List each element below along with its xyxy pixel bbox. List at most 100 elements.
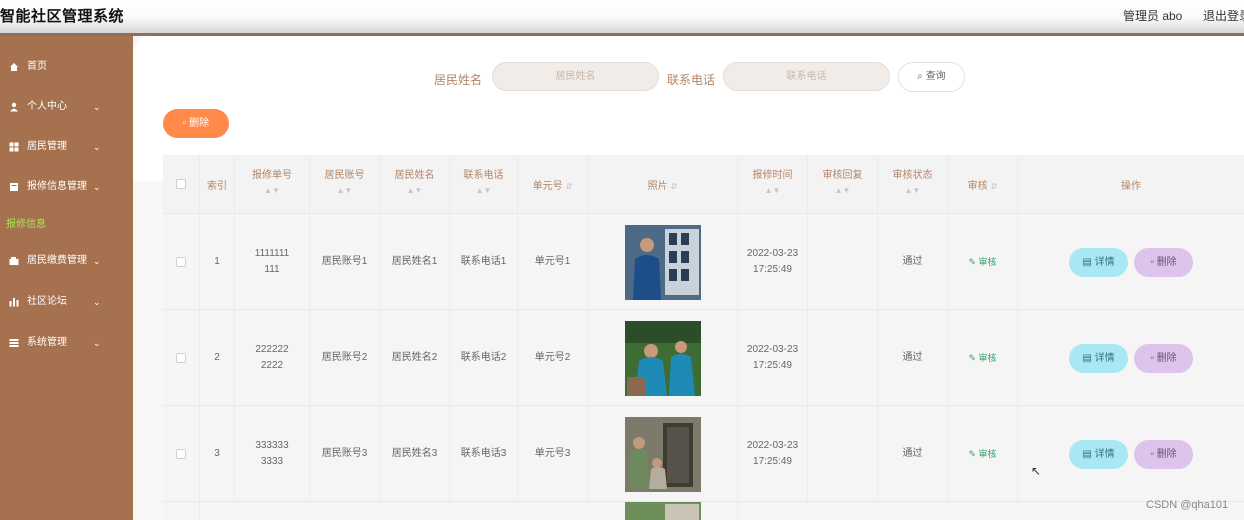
chevron-down-icon: ⌄: [93, 297, 101, 307]
sort-icon[interactable]: ⇵: [671, 182, 678, 191]
phone-cell: 联系电话1: [450, 214, 518, 310]
chevron-down-icon: ⌄: [93, 256, 101, 266]
chevron-down-icon: ⌄: [93, 102, 101, 112]
sort-icon[interactable]: ⇵: [991, 182, 998, 191]
repair-photo[interactable]: [624, 502, 701, 520]
sort-icon[interactable]: ▲▼: [235, 186, 309, 195]
sort-icon[interactable]: ▲▼: [808, 186, 877, 195]
sort-icon[interactable]: ▲▼: [380, 186, 449, 195]
name-cell: 居民姓名2: [380, 310, 450, 406]
repair-photo[interactable]: [624, 320, 701, 396]
repair-photo[interactable]: [624, 224, 701, 300]
header-audit[interactable]: 审核 ⇵: [948, 155, 1018, 214]
row-checkbox[interactable]: [176, 449, 186, 459]
header-phone[interactable]: 联系电话 ▲▼: [450, 155, 518, 214]
sidebar-item-payments[interactable]: 居民缴费管理 ⌄: [0, 249, 133, 273]
table-header: 索引 报修单号 ▲▼ 居民账号 ▲▼ 居民姓名 ▲▼ 联系电话 ▲▼ 单元号 ⇵ 照片 ⇵ …: [163, 155, 1244, 214]
row-select-cell[interactable]: [163, 310, 200, 406]
sidebar-item-system[interactable]: 系统管理 ⌄: [0, 331, 133, 355]
wallet-icon: [9, 257, 19, 265]
sort-icon[interactable]: ▲▼: [310, 186, 379, 195]
top-header: 智能社区管理系统 管理员 abo 退出登录: [0, 0, 1244, 36]
delete-button[interactable]: ▫ 删除: [1134, 344, 1193, 373]
header-index: 索引: [200, 155, 235, 214]
sidebar-item-home[interactable]: 首页: [0, 55, 133, 79]
account-cell: 居民账号3: [310, 406, 380, 502]
chart-icon: [9, 298, 19, 307]
audit-link[interactable]: ✎ 审核: [968, 350, 996, 366]
photo-cell: [588, 310, 738, 406]
account-cell: 居民账号1: [310, 214, 380, 310]
chevron-down-icon: ⌄: [93, 182, 101, 192]
bulk-delete-label: 删除: [189, 118, 210, 129]
status-cell: 通过: [878, 310, 948, 406]
delete-button[interactable]: ▫ 删除: [1134, 440, 1193, 469]
status-cell: 通过: [878, 406, 948, 502]
photo-cell: [588, 502, 738, 520]
header-photo[interactable]: 照片 ⇵: [588, 155, 738, 214]
repair-photo[interactable]: [624, 416, 701, 492]
audit-cell: ✎ 审核: [948, 214, 1018, 310]
header-reply[interactable]: 审核回复 ▲▼: [808, 155, 878, 214]
logout-link[interactable]: 退出登录: [1203, 7, 1244, 24]
repair-table: 索引 报修单号 ▲▼ 居民账号 ▲▼ 居民姓名 ▲▼ 联系电话 ▲▼ 单元号 ⇵ 照片 ⇵ …: [163, 155, 1244, 520]
audit-cell: ✎ 审核: [948, 406, 1018, 502]
sort-icon[interactable]: ▲▼: [878, 186, 947, 195]
header-status[interactable]: 审核状态 ▲▼: [878, 155, 948, 214]
order-no-cell: 2222222222: [235, 310, 310, 406]
delete-button[interactable]: ▫ 删除: [1134, 248, 1193, 277]
detail-icon: ▤: [1082, 353, 1095, 364]
sidebar-item-label: 报修信息管理: [27, 181, 87, 192]
sidebar-item-label: 报修信息: [6, 219, 46, 230]
query-button-label: 查询: [925, 71, 946, 82]
audit-link[interactable]: ✎ 审核: [968, 446, 996, 462]
resident-name-label: 居民姓名: [434, 73, 483, 87]
index-cell: 1: [200, 214, 235, 310]
header-time[interactable]: 报修时间 ▲▼: [738, 155, 808, 214]
phone-input[interactable]: [723, 62, 890, 91]
row-select-cell[interactable]: [163, 214, 200, 310]
row-select-cell[interactable]: [163, 406, 200, 502]
select-all-checkbox[interactable]: [176, 179, 186, 189]
sort-icon[interactable]: ▲▼: [738, 186, 807, 195]
detail-button[interactable]: ▤ 详情: [1069, 440, 1128, 469]
resident-name-input[interactable]: [492, 62, 659, 91]
phone-cell: 联系电话2: [450, 310, 518, 406]
search-icon: ⌕: [917, 71, 926, 82]
time-cell: 2022-03-23 17:25:49: [738, 406, 808, 502]
audit-cell: ✎ 审核: [948, 310, 1018, 406]
app-title: 智能社区管理系统: [0, 8, 125, 25]
detail-button[interactable]: ▤ 详情: [1069, 344, 1128, 373]
account-cell: 居民账号2: [310, 310, 380, 406]
detail-icon: ▤: [1082, 257, 1095, 268]
header-select-all[interactable]: [163, 155, 200, 214]
header-order-no[interactable]: 报修单号 ▲▼: [235, 155, 310, 214]
index-cell: 2: [200, 310, 235, 406]
detail-icon: ▤: [1082, 449, 1095, 460]
sidebar-item-profile[interactable]: 个人中心 ⌄: [0, 95, 133, 119]
audit-link[interactable]: ✎ 审核: [968, 254, 996, 270]
order-no-cell: 3333333333: [235, 406, 310, 502]
query-button[interactable]: ⌕ 查询: [898, 62, 965, 92]
header-unit[interactable]: 单元号 ⇵: [518, 155, 588, 214]
sidebar-item-forum[interactable]: 社区论坛 ⌄: [0, 290, 133, 314]
row-checkbox[interactable]: [176, 353, 186, 363]
menu-icon: [9, 339, 19, 347]
row-checkbox[interactable]: [176, 257, 186, 267]
unit-cell: 单元号3: [518, 406, 588, 502]
sidebar: 首页 个人中心 ⌄ 居民管理 ⌄ 报修信息管理 ⌄ 报修信息 居民缴费管理 ⌄ …: [0, 36, 133, 520]
sort-icon[interactable]: ▲▼: [450, 186, 517, 195]
sidebar-item-residents[interactable]: 居民管理 ⌄: [0, 135, 133, 159]
edit-icon: ✎: [968, 257, 979, 267]
row-select-cell: [163, 502, 200, 520]
header-actions: 操作: [1121, 181, 1141, 192]
detail-button[interactable]: ▤ 详情: [1069, 248, 1128, 277]
header-account[interactable]: 居民账号 ▲▼: [310, 155, 380, 214]
bulk-delete-button[interactable]: ▫ 删除: [163, 109, 229, 138]
sidebar-item-repair-management[interactable]: 报修信息管理 ⌄: [0, 175, 133, 199]
reply-cell: [808, 310, 878, 406]
sidebar-item-repair-info[interactable]: 报修信息: [0, 213, 133, 237]
index-cell: 3: [200, 406, 235, 502]
sort-icon[interactable]: ⇵: [566, 182, 573, 191]
header-name[interactable]: 居民姓名 ▲▼: [380, 155, 450, 214]
